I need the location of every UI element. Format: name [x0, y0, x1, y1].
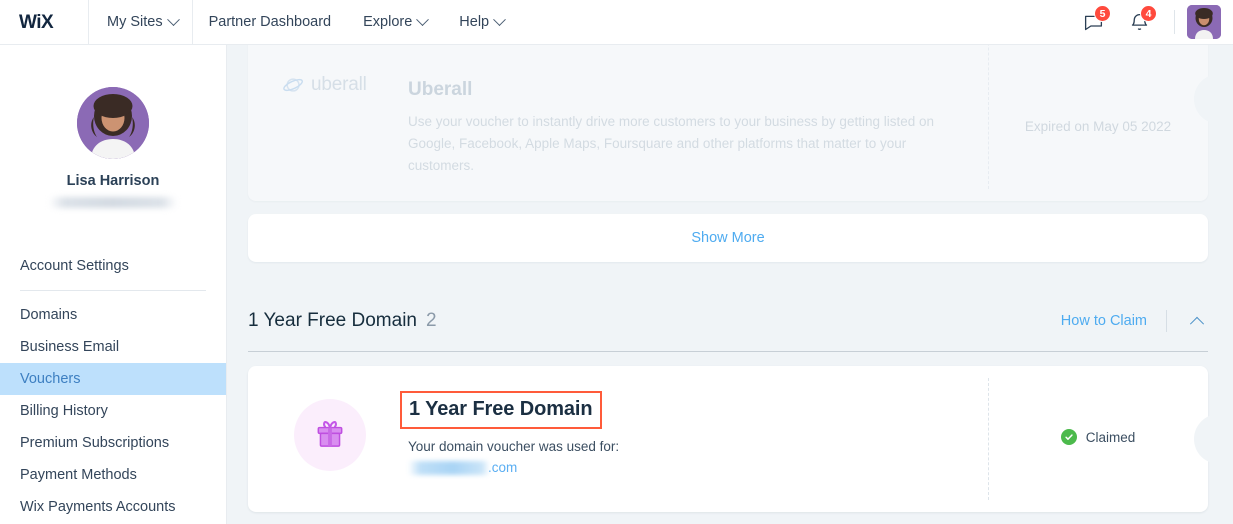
sidebar-item-domains[interactable]: Domains — [0, 299, 226, 331]
sidebar-item-vouchers[interactable]: Vouchers — [0, 363, 226, 395]
sidebar-item-label: Domains — [20, 307, 78, 323]
wix-logo-icon[interactable]: WiX — [0, 0, 88, 44]
section-rule — [248, 351, 1208, 352]
domain-name-row[interactable]: .com — [408, 460, 517, 475]
how-to-claim-link[interactable]: How to Claim — [1061, 313, 1147, 329]
profile-name: Lisa Harrison — [66, 173, 160, 189]
uberall-logo-text: uberall — [311, 74, 367, 95]
nav-partner-dashboard[interactable]: Partner Dashboard — [193, 0, 348, 44]
domain-tld: .com — [488, 460, 518, 475]
ticket-notch — [1194, 73, 1222, 124]
sidebar-nav: Account Settings Domains Business Email … — [0, 250, 226, 523]
sidebar-item-payment-methods[interactable]: Payment Methods — [0, 459, 226, 491]
uberall-logo: uberall — [283, 74, 367, 96]
chat-badge: 5 — [1094, 5, 1111, 22]
sidebar: Lisa Harrison Account Settings Domains B… — [0, 45, 227, 524]
sidebar-item-label: Business Email — [20, 339, 120, 355]
sidebar-profile: Lisa Harrison — [0, 45, 226, 208]
sidebar-item-label: Vouchers — [20, 371, 81, 387]
section-divider — [1166, 310, 1167, 332]
sidebar-item-wix-payments-accounts[interactable]: Wix Payments Accounts — [0, 491, 226, 523]
sidebar-item-label: Premium Subscriptions — [20, 435, 170, 451]
section-title: 1 Year Free Domain — [248, 310, 417, 331]
notifications-button[interactable]: 4 — [1116, 0, 1162, 44]
profile-avatar[interactable] — [77, 87, 149, 159]
user-avatar-icon — [1187, 5, 1221, 39]
sidebar-divider — [20, 290, 206, 291]
chevron-down-icon — [166, 12, 180, 26]
domain-subtitle: Your domain voucher was used for: — [408, 439, 620, 454]
nav-my-sites[interactable]: My Sites — [89, 0, 192, 44]
domain-title-highlight: 1 Year Free Domain — [400, 391, 603, 429]
nav-explore-label: Explore — [363, 14, 413, 30]
nav-my-sites-label: My Sites — [107, 14, 163, 30]
show-more-button[interactable]: Show More — [248, 214, 1208, 262]
voucher-card-uberall[interactable]: uberall Uberall Use your voucher to inst… — [248, 45, 1222, 201]
section-header-1-year-free-domain: 1 Year Free Domain 2 How to Claim — [248, 292, 1208, 350]
top-navigation-bar: WiX My Sites Partner Dashboard Explore H… — [0, 0, 1233, 45]
sidebar-item-business-email[interactable]: Business Email — [0, 331, 226, 363]
main-content: uberall Uberall Use your voucher to inst… — [227, 45, 1233, 524]
svg-text:WiX: WiX — [19, 12, 54, 33]
nav-help-label: Help — [459, 14, 490, 30]
card-dashed-divider — [988, 45, 989, 189]
domain-status-label: Claimed — [1085, 429, 1136, 445]
domain-status: Claimed — [988, 429, 1208, 445]
sidebar-item-label: Wix Payments Accounts — [20, 499, 176, 515]
domain-title-box: 1 Year Free Domain — [400, 391, 603, 429]
chat-button[interactable]: 5 — [1070, 0, 1116, 44]
sidebar-item-label: Payment Methods — [20, 467, 137, 483]
uberall-description: Use your voucher to instantly drive more… — [408, 114, 934, 173]
sidebar-item-account-settings[interactable]: Account Settings — [0, 250, 226, 282]
chevron-up-icon — [1189, 316, 1205, 331]
show-more-label: Show More — [691, 230, 765, 246]
profile-avatar-icon — [77, 87, 149, 159]
avatar[interactable] — [1187, 5, 1221, 39]
nav-explore[interactable]: Explore — [347, 0, 443, 44]
sidebar-item-label: Account Settings — [20, 258, 129, 274]
nav-help[interactable]: Help — [443, 0, 520, 44]
chevron-down-icon — [416, 12, 430, 26]
domain-name-redacted — [408, 460, 490, 475]
profile-email-redacted — [49, 197, 177, 208]
section-collapse-button[interactable] — [1186, 310, 1208, 332]
uberall-status: Expired on May 05 2022 — [1024, 119, 1172, 134]
gift-icon-container — [294, 399, 366, 471]
chevron-down-icon — [493, 12, 506, 26]
uberall-title: Uberall — [408, 79, 473, 100]
sidebar-item-label: Billing History — [20, 403, 108, 419]
uberall-planet-icon — [283, 78, 304, 92]
ticket-notch — [1194, 414, 1222, 464]
nav-partner-dashboard-label: Partner Dashboard — [208, 14, 332, 30]
sidebar-item-premium-subscriptions[interactable]: Premium Subscriptions — [0, 427, 226, 459]
topbar-actions: 5 4 — [1070, 0, 1233, 44]
section-count: 2 — [426, 310, 437, 331]
check-circle-icon — [1060, 429, 1077, 445]
sidebar-item-billing-history[interactable]: Billing History — [0, 395, 226, 427]
topbar-icons-divider — [1174, 10, 1175, 34]
gift-box-icon — [317, 421, 343, 447]
voucher-card-domain[interactable]: 1 Year Free Domain Your domain voucher w… — [248, 366, 1222, 512]
domain-title: 1 Year Free Domain — [409, 398, 593, 420]
notifications-badge: 4 — [1140, 5, 1157, 22]
